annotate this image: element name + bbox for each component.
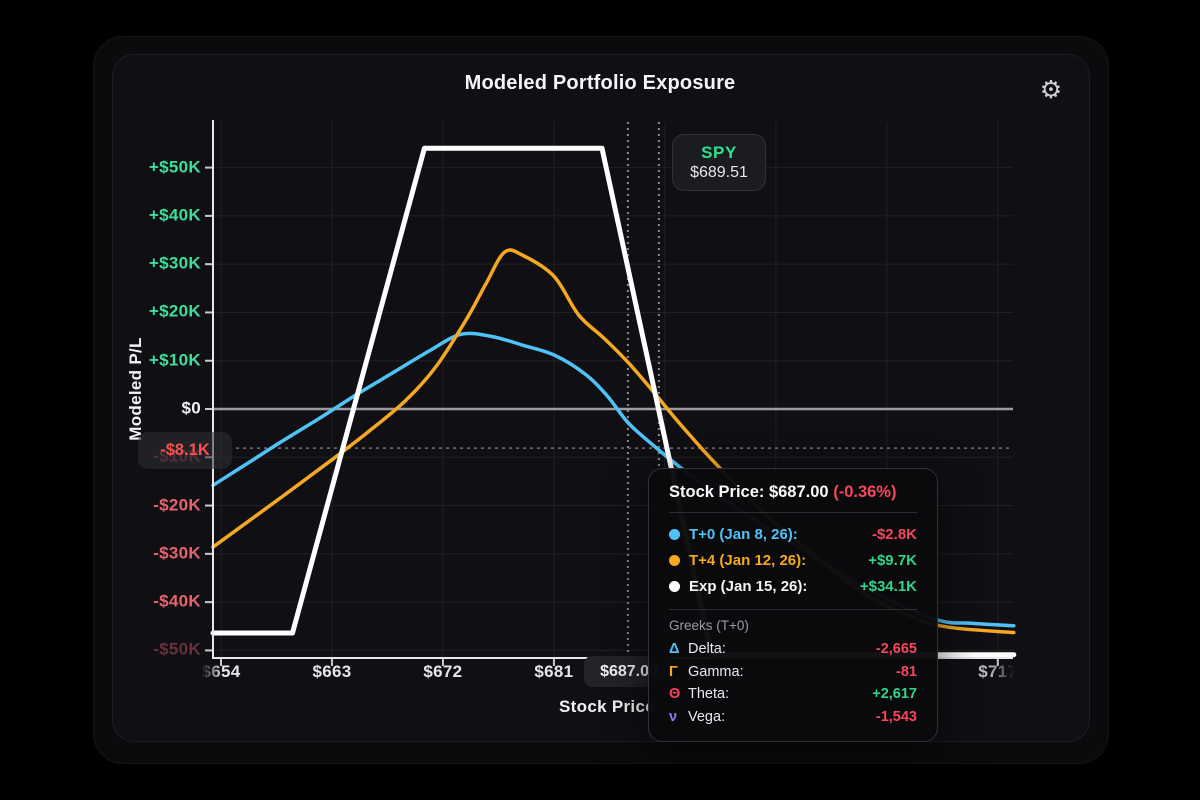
delta-icon: Δ bbox=[669, 641, 684, 657]
theta-value: +2,617 bbox=[872, 686, 917, 702]
tooltip-price-change: (-0.36%) bbox=[833, 483, 896, 501]
greeks-header: Greeks (T+0) bbox=[669, 618, 917, 633]
divider bbox=[669, 512, 917, 513]
t4-series-value: +$9.7K bbox=[868, 552, 917, 569]
gamma-label: Gamma: bbox=[688, 664, 744, 680]
x-axis-title: Stock Price bbox=[559, 697, 655, 717]
exp-series-label: Exp (Jan 15, 26): bbox=[689, 578, 807, 595]
vega-value: -1,543 bbox=[876, 709, 917, 725]
t4-series-dot bbox=[669, 555, 680, 566]
delta-label: Delta: bbox=[688, 641, 726, 657]
theta-label: Theta: bbox=[688, 686, 729, 702]
y-axis-title: Modeled P/L bbox=[126, 337, 146, 440]
divider bbox=[669, 609, 917, 610]
t0-series-value: -$2.8K bbox=[872, 526, 917, 543]
t4-series-label: T+4 (Jan 12, 26): bbox=[689, 552, 806, 569]
exp-series-dot bbox=[669, 581, 680, 592]
tooltip-title: Stock Price: $687.00 (-0.36%) bbox=[669, 483, 917, 502]
greek-row-vega: ν Vega: -1,543 bbox=[669, 706, 917, 729]
delta-value: -2,665 bbox=[876, 641, 917, 657]
tooltip-price: Stock Price: $687.00 bbox=[669, 483, 829, 501]
greek-row-gamma: Γ Gamma: -81 bbox=[669, 661, 917, 684]
exp-series-value: +$34.1K bbox=[860, 578, 917, 595]
page-title: Modeled Portfolio Exposure bbox=[0, 72, 1200, 95]
t0-series-label: T+0 (Jan 8, 26): bbox=[689, 526, 798, 543]
gear-icon: ⚙ bbox=[1040, 75, 1062, 105]
ticker-symbol: SPY bbox=[701, 143, 737, 163]
gamma-icon: Γ bbox=[669, 664, 684, 680]
vega-label: Vega: bbox=[688, 709, 725, 725]
spy-price-badge[interactable]: SPY $689.51 bbox=[672, 134, 766, 191]
vega-icon: ν bbox=[669, 709, 684, 725]
theta-icon: Θ bbox=[669, 686, 684, 702]
tooltip-row-t4: T+4 (Jan 12, 26): +$9.7K bbox=[669, 547, 917, 573]
settings-button[interactable]: ⚙ bbox=[1032, 72, 1070, 108]
t0-series-dot bbox=[669, 529, 680, 540]
gamma-value: -81 bbox=[896, 664, 917, 680]
greek-row-theta: Θ Theta: +2,617 bbox=[669, 683, 917, 706]
tooltip-row-exp: Exp (Jan 15, 26): +$34.1K bbox=[669, 573, 917, 599]
chart-tooltip: Stock Price: $687.00 (-0.36%) T+0 (Jan 8… bbox=[648, 468, 938, 742]
hover-pl-chip: -$8.1K bbox=[138, 432, 232, 469]
app-window: Modeled Portfolio Exposure ⚙ +$50K+$40K+… bbox=[0, 0, 1200, 800]
ticker-price: $689.51 bbox=[690, 164, 748, 182]
greek-row-delta: Δ Delta: -2,665 bbox=[669, 638, 917, 661]
tooltip-row-t0: T+0 (Jan 8, 26): -$2.8K bbox=[669, 521, 917, 547]
